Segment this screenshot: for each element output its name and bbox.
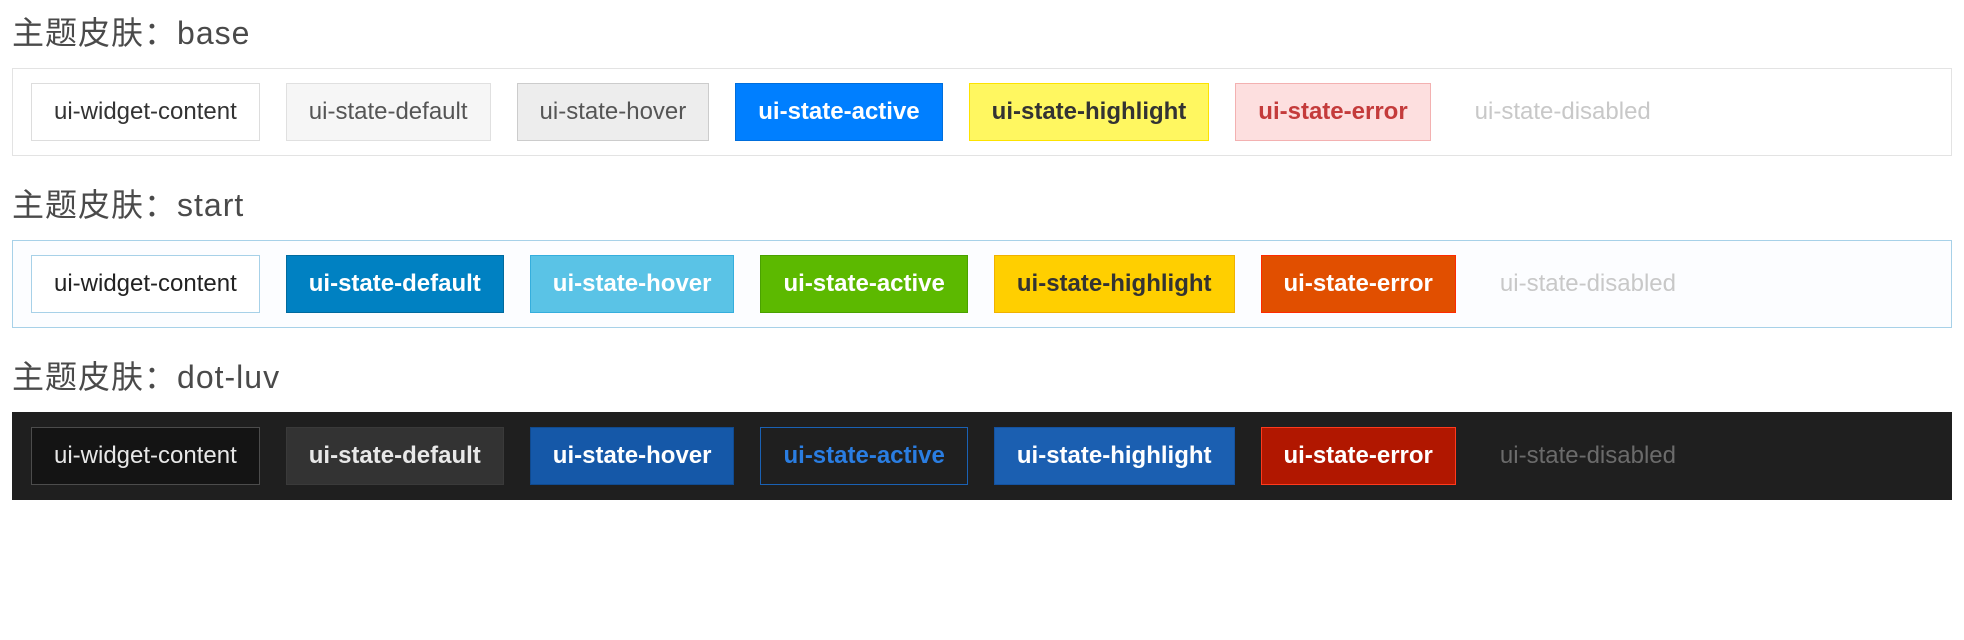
theme-title-prefix: 主题皮肤： bbox=[12, 359, 177, 395]
theme-title-dot-luv: 主题皮肤：dot-luv bbox=[12, 352, 1952, 398]
state-highlight: ui-state-highlight bbox=[994, 255, 1235, 313]
theme-name: dot-luv bbox=[177, 359, 280, 395]
theme-name: start bbox=[177, 187, 244, 223]
state-highlight: ui-state-highlight bbox=[994, 427, 1235, 485]
theme-title-prefix: 主题皮肤： bbox=[12, 187, 177, 223]
widget-dot-luv: ui-widget-content ui-state-default ui-st… bbox=[12, 412, 1952, 500]
state-disabled: ui-state-disabled bbox=[1482, 256, 1694, 312]
state-default: ui-state-default bbox=[286, 255, 504, 313]
state-content: ui-widget-content bbox=[31, 83, 260, 141]
state-disabled: ui-state-disabled bbox=[1457, 84, 1669, 140]
state-active: ui-state-active bbox=[760, 427, 967, 485]
state-default: ui-state-default bbox=[286, 427, 504, 485]
state-hover: ui-state-hover bbox=[530, 255, 735, 313]
state-content: ui-widget-content bbox=[31, 255, 260, 313]
state-error: ui-state-error bbox=[1235, 83, 1430, 141]
state-error: ui-state-error bbox=[1261, 427, 1456, 485]
theme-block-dot-luv: 主题皮肤：dot-luv ui-widget-content ui-state-… bbox=[12, 352, 1952, 500]
widget-start: ui-widget-content ui-state-default ui-st… bbox=[12, 240, 1952, 328]
state-hover: ui-state-hover bbox=[517, 83, 710, 141]
theme-name: base bbox=[177, 15, 250, 51]
state-content: ui-widget-content bbox=[31, 427, 260, 485]
theme-title-prefix: 主题皮肤： bbox=[12, 15, 177, 51]
state-active: ui-state-active bbox=[735, 83, 942, 141]
theme-block-start: 主题皮肤：start ui-widget-content ui-state-de… bbox=[12, 180, 1952, 328]
theme-block-base: 主题皮肤：base ui-widget-content ui-state-def… bbox=[12, 8, 1952, 156]
state-default: ui-state-default bbox=[286, 83, 491, 141]
theme-title-base: 主题皮肤：base bbox=[12, 8, 1952, 54]
state-disabled: ui-state-disabled bbox=[1482, 428, 1694, 484]
state-error: ui-state-error bbox=[1261, 255, 1456, 313]
state-hover: ui-state-hover bbox=[530, 427, 735, 485]
state-active: ui-state-active bbox=[760, 255, 967, 313]
state-highlight: ui-state-highlight bbox=[969, 83, 1210, 141]
theme-title-start: 主题皮肤：start bbox=[12, 180, 1952, 226]
widget-base: ui-widget-content ui-state-default ui-st… bbox=[12, 68, 1952, 156]
